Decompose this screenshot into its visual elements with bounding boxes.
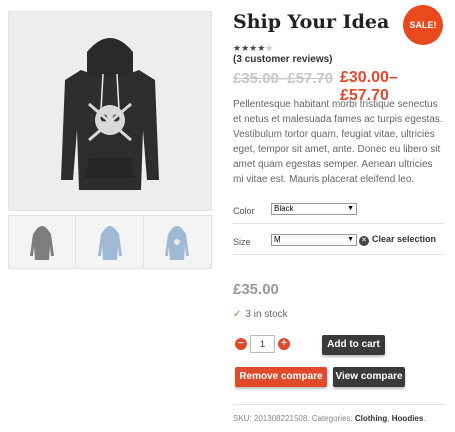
remove-compare-button[interactable]: Remove compare bbox=[235, 367, 327, 387]
color-select-value: Black bbox=[274, 204, 294, 213]
rating-stars-filled: ★★★★ bbox=[233, 43, 266, 53]
clear-icon: ✕ bbox=[359, 236, 369, 246]
thumbnail-blue-hoodie-2[interactable] bbox=[143, 216, 212, 268]
clear-selection-label: Clear selection bbox=[372, 234, 437, 244]
product-gallery bbox=[8, 11, 212, 269]
hoodie-image bbox=[9, 12, 211, 210]
quantity-increase-button[interactable]: + bbox=[278, 338, 290, 350]
regular-price: £35.00–£57.70 bbox=[233, 70, 334, 87]
product-description: Pellentesque habitant morbi tristique se… bbox=[233, 99, 443, 185]
quantity-input[interactable]: 1 bbox=[250, 335, 275, 353]
product-title: Ship Your Idea bbox=[233, 11, 390, 33]
rating-star-empty: ★ bbox=[265, 43, 274, 53]
size-select[interactable]: M ▼ bbox=[271, 234, 357, 246]
dropdown-arrow-icon: ▼ bbox=[347, 205, 354, 212]
color-label: Color bbox=[233, 206, 255, 216]
view-compare-button[interactable]: View compare bbox=[333, 367, 405, 387]
thumbnail-gray-hoodie[interactable] bbox=[9, 216, 77, 268]
size-label: Size bbox=[233, 237, 251, 247]
sku-text: SKU: 201308221508. Categories: bbox=[233, 414, 355, 423]
color-select[interactable]: Black ▼ bbox=[271, 203, 357, 215]
category-link-hoodies[interactable]: Hoodies bbox=[392, 414, 424, 423]
clear-selection-link[interactable]: ✕ Clear selection bbox=[359, 234, 436, 246]
product-meta: SKU: 201308221508. Categories: Clothing,… bbox=[233, 414, 426, 423]
variation-divider bbox=[233, 223, 445, 224]
sale-badge: SALE! bbox=[403, 5, 443, 45]
meta-divider bbox=[233, 404, 445, 405]
size-select-value: M bbox=[274, 235, 281, 244]
dropdown-arrow-icon: ▼ bbox=[347, 236, 354, 243]
main-product-image[interactable] bbox=[8, 11, 212, 211]
star-rating: ★★★★★ bbox=[233, 43, 273, 54]
stock-status: ✓ 3 in stock bbox=[233, 309, 288, 320]
quantity-decrease-button[interactable]: − bbox=[235, 338, 247, 350]
thumbnail-strip bbox=[8, 215, 212, 269]
customer-reviews-link[interactable]: (3 customer reviews) bbox=[233, 54, 333, 65]
variation-divider bbox=[233, 254, 445, 255]
meta-end: . bbox=[423, 414, 426, 423]
stock-text: 3 in stock bbox=[245, 309, 288, 320]
add-to-cart-button[interactable]: Add to cart bbox=[322, 335, 385, 355]
category-link-clothing[interactable]: Clothing bbox=[355, 414, 387, 423]
check-icon: ✓ bbox=[233, 309, 242, 320]
thumbnail-blue-hoodie-1[interactable] bbox=[76, 216, 144, 268]
variation-price: £35.00 bbox=[233, 281, 279, 298]
